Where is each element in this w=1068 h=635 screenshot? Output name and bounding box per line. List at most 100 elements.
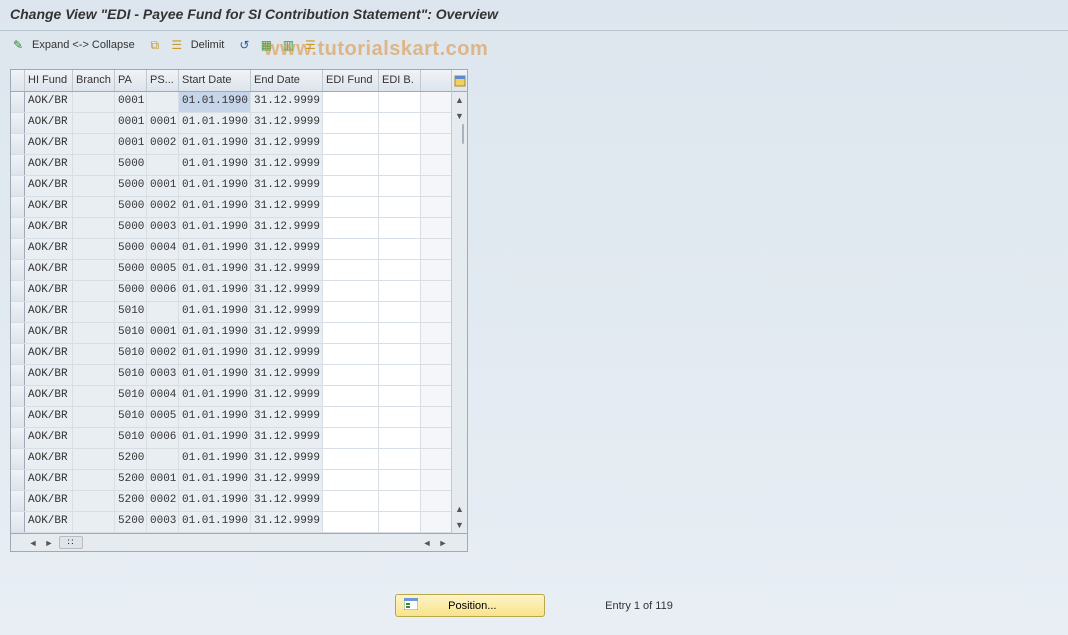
row-select-handle[interactable]	[11, 302, 25, 322]
cell-hifund[interactable]: AOK/BR	[25, 344, 73, 364]
col-end[interactable]: End Date	[251, 70, 323, 91]
cell-hifund[interactable]: AOK/BR	[25, 176, 73, 196]
cell-pa[interactable]: 5010	[115, 365, 147, 385]
cell-branch[interactable]	[73, 155, 115, 175]
cell-end[interactable]: 31.12.9999	[251, 239, 323, 259]
cell-edifund[interactable]	[323, 155, 379, 175]
cell-edib[interactable]	[379, 323, 421, 343]
cell-pa[interactable]: 5200	[115, 512, 147, 532]
cell-end[interactable]: 31.12.9999	[251, 197, 323, 217]
cell-pa[interactable]: 5010	[115, 407, 147, 427]
cell-ps[interactable]: 0005	[147, 260, 179, 280]
cell-edifund[interactable]	[323, 113, 379, 133]
row-select-handle[interactable]	[11, 239, 25, 259]
scroll-up-end-icon[interactable]: ▲	[452, 501, 467, 517]
cell-edib[interactable]	[379, 218, 421, 238]
cell-hifund[interactable]: AOK/BR	[25, 239, 73, 259]
deselect-icon[interactable]: ▥	[280, 37, 296, 53]
cell-branch[interactable]	[73, 323, 115, 343]
cell-edib[interactable]	[379, 239, 421, 259]
cell-edib[interactable]	[379, 155, 421, 175]
cell-ps[interactable]: 0005	[147, 407, 179, 427]
cell-pa[interactable]: 5000	[115, 239, 147, 259]
cell-hifund[interactable]: AOK/BR	[25, 407, 73, 427]
toggle-icon[interactable]: ✎	[10, 37, 26, 53]
cell-start[interactable]: 01.01.1990	[179, 218, 251, 238]
cell-hifund[interactable]: AOK/BR	[25, 491, 73, 511]
cell-edifund[interactable]	[323, 365, 379, 385]
cell-ps[interactable]: 0006	[147, 428, 179, 448]
cell-end[interactable]: 31.12.9999	[251, 344, 323, 364]
cell-end[interactable]: 31.12.9999	[251, 491, 323, 511]
cell-end[interactable]: 31.12.9999	[251, 365, 323, 385]
cell-start[interactable]: 01.01.1990	[179, 491, 251, 511]
cell-start[interactable]: 01.01.1990	[179, 386, 251, 406]
cell-hifund[interactable]: AOK/BR	[25, 218, 73, 238]
col-ps[interactable]: PS...	[147, 70, 179, 91]
cell-pa[interactable]: 5200	[115, 470, 147, 490]
cell-branch[interactable]	[73, 92, 115, 112]
cell-hifund[interactable]: AOK/BR	[25, 470, 73, 490]
row-select-handle[interactable]	[11, 449, 25, 469]
cell-branch[interactable]	[73, 470, 115, 490]
cell-start[interactable]: 01.01.1990	[179, 281, 251, 301]
cell-edifund[interactable]	[323, 260, 379, 280]
print-icon[interactable]: ☰	[302, 37, 318, 53]
cell-pa[interactable]: 0001	[115, 134, 147, 154]
cell-start[interactable]: 01.01.1990	[179, 449, 251, 469]
cell-end[interactable]: 31.12.9999	[251, 323, 323, 343]
cell-edifund[interactable]	[323, 92, 379, 112]
cell-ps[interactable]: 0002	[147, 197, 179, 217]
cell-edib[interactable]	[379, 344, 421, 364]
cell-start[interactable]: 01.01.1990	[179, 323, 251, 343]
cell-hifund[interactable]: AOK/BR	[25, 365, 73, 385]
cell-branch[interactable]	[73, 239, 115, 259]
cell-hifund[interactable]: AOK/BR	[25, 197, 73, 217]
cell-end[interactable]: 31.12.9999	[251, 218, 323, 238]
cell-ps[interactable]	[147, 92, 179, 112]
scroll-right-step-icon[interactable]: ►	[41, 538, 57, 548]
cell-end[interactable]: 31.12.9999	[251, 92, 323, 112]
cell-start[interactable]: 01.01.1990	[179, 92, 251, 112]
cell-edib[interactable]	[379, 407, 421, 427]
scroll-down-step-icon[interactable]: ▼	[452, 108, 467, 124]
cell-branch[interactable]	[73, 365, 115, 385]
cell-pa[interactable]: 5000	[115, 197, 147, 217]
cell-hifund[interactable]: AOK/BR	[25, 260, 73, 280]
cell-ps[interactable]: 0003	[147, 365, 179, 385]
cell-edib[interactable]	[379, 365, 421, 385]
cell-pa[interactable]: 5010	[115, 323, 147, 343]
cell-start[interactable]: 01.01.1990	[179, 134, 251, 154]
scroll-thumb[interactable]	[462, 124, 464, 144]
select-block-icon[interactable]: ▦	[258, 37, 274, 53]
cell-start[interactable]: 01.01.1990	[179, 113, 251, 133]
cell-edifund[interactable]	[323, 302, 379, 322]
cell-start[interactable]: 01.01.1990	[179, 470, 251, 490]
cell-pa[interactable]: 5010	[115, 302, 147, 322]
cell-end[interactable]: 31.12.9999	[251, 470, 323, 490]
cell-edib[interactable]	[379, 281, 421, 301]
cell-ps[interactable]: 0003	[147, 512, 179, 532]
cell-start[interactable]: 01.01.1990	[179, 197, 251, 217]
column-config-icon[interactable]: ∷	[59, 536, 83, 549]
row-select-handle[interactable]	[11, 365, 25, 385]
row-select-handle[interactable]	[11, 176, 25, 196]
row-select-handle[interactable]	[11, 491, 25, 511]
cell-branch[interactable]	[73, 449, 115, 469]
cell-edifund[interactable]	[323, 218, 379, 238]
cell-end[interactable]: 31.12.9999	[251, 260, 323, 280]
cell-hifund[interactable]: AOK/BR	[25, 92, 73, 112]
cell-edifund[interactable]	[323, 281, 379, 301]
row-select-handle[interactable]	[11, 407, 25, 427]
cell-end[interactable]: 31.12.9999	[251, 281, 323, 301]
cell-pa[interactable]: 5000	[115, 218, 147, 238]
cell-branch[interactable]	[73, 428, 115, 448]
cell-hifund[interactable]: AOK/BR	[25, 134, 73, 154]
cell-edib[interactable]	[379, 134, 421, 154]
cell-ps[interactable]: 0002	[147, 491, 179, 511]
cell-edifund[interactable]	[323, 491, 379, 511]
cell-edifund[interactable]	[323, 197, 379, 217]
cell-end[interactable]: 31.12.9999	[251, 155, 323, 175]
cell-ps[interactable]: 0001	[147, 470, 179, 490]
cell-ps[interactable]: 0002	[147, 134, 179, 154]
